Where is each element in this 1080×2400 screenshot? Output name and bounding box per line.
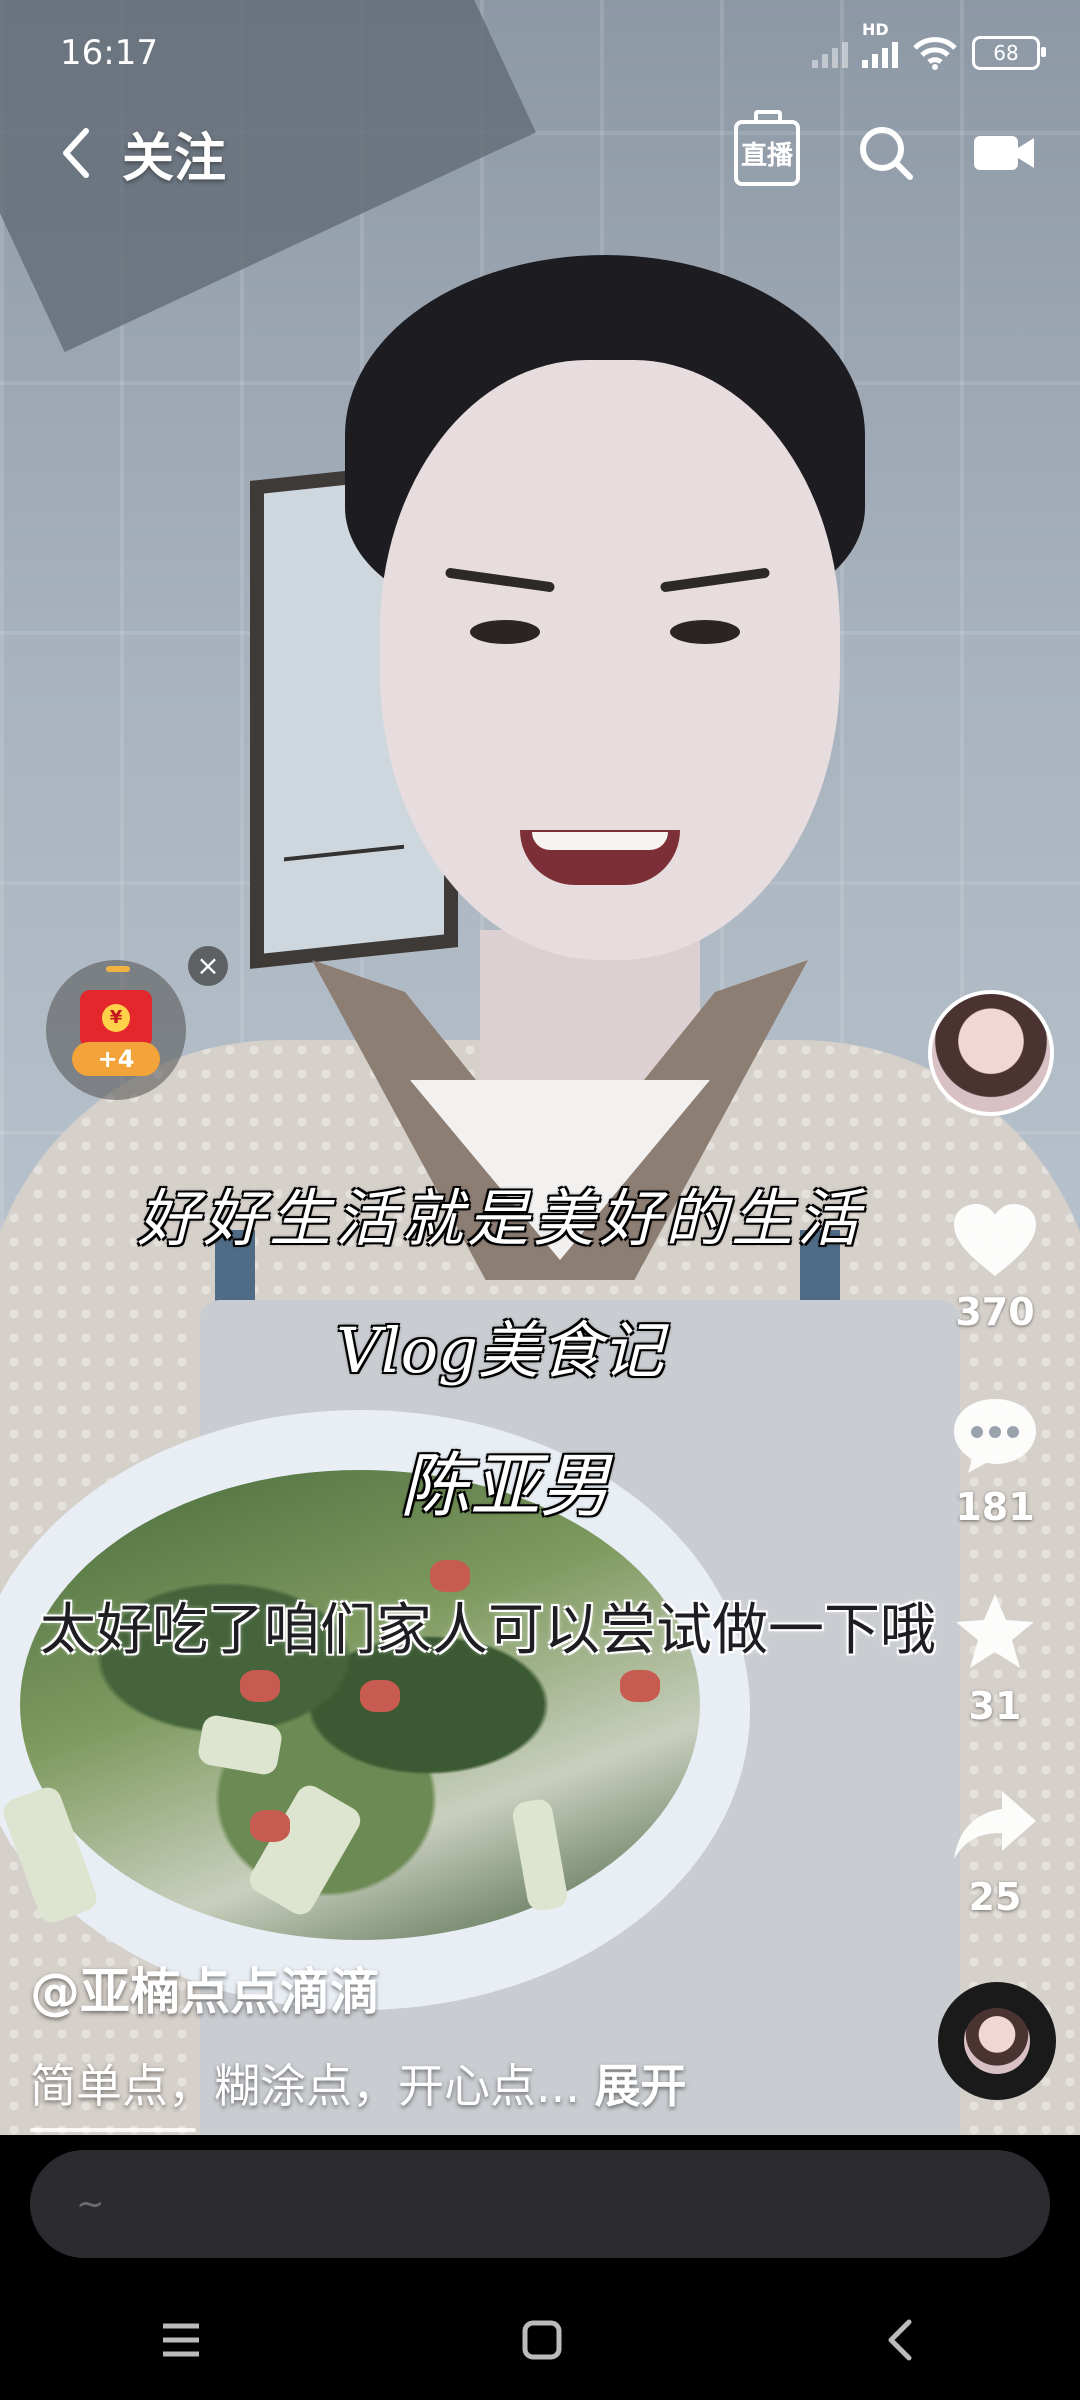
tomato-piece	[250, 1810, 290, 1842]
share-button[interactable]: 25	[930, 1785, 1060, 1919]
like-button[interactable]: 370	[930, 1200, 1060, 1334]
tomato-piece	[360, 1680, 400, 1712]
page-title: 关注	[122, 128, 227, 189]
share-count: 25	[968, 1875, 1022, 1919]
eye	[470, 620, 540, 644]
caption-line-1: 好好生活就是美好的生活	[136, 1182, 863, 1255]
favorite-button[interactable]: 31	[930, 1590, 1060, 1728]
nav-actions: 直播	[734, 120, 1036, 186]
comment-count: 181	[955, 1485, 1035, 1529]
wifi-icon	[913, 37, 957, 70]
battery-icon: 68	[972, 36, 1046, 70]
tomato-piece	[240, 1670, 280, 1702]
music-cover	[964, 2008, 1030, 2074]
expand-link[interactable]: 展开	[595, 2059, 687, 2113]
close-icon[interactable]: ×	[188, 946, 228, 986]
tomato-piece	[620, 1670, 660, 1702]
status-time: 16:17	[60, 33, 158, 73]
live-button[interactable]: 直播	[734, 120, 800, 186]
system-nav-bar	[0, 2300, 1080, 2380]
reward-badge: +4	[72, 1042, 160, 1076]
status-icons: HD 68	[812, 20, 1046, 70]
star-icon	[956, 1594, 1034, 1668]
post-description: 简单点，糊涂点，开心点... 展开	[30, 2050, 687, 2116]
eye	[670, 620, 740, 644]
red-packet-icon: ¥	[80, 990, 152, 1048]
comment-bubble-icon	[954, 1399, 1036, 1473]
caption-line-2: Vlog美食记	[336, 1314, 664, 1387]
timer-arc	[106, 966, 130, 972]
live-label: 直播	[740, 140, 793, 171]
back-icon[interactable]	[881, 2318, 921, 2362]
description-text: 简单点，糊涂点，开心点...	[30, 2059, 580, 2113]
network-label: HD	[862, 20, 889, 39]
music-disc[interactable]	[938, 1982, 1056, 2100]
search-icon[interactable]	[856, 123, 916, 183]
packet-seal: ¥	[102, 1004, 130, 1032]
nav-left: 关注	[56, 116, 226, 191]
status-bar: 16:17 HD 68	[60, 20, 1046, 78]
vegetable-dish	[20, 1470, 700, 1940]
video-progress-bar[interactable]	[30, 2128, 196, 2132]
signal-icon	[812, 38, 848, 68]
author-name[interactable]: @亚楠点点滴滴	[30, 1952, 380, 2024]
top-nav: 关注 直播	[56, 116, 1036, 191]
red-packet-widget[interactable]: ¥ +4	[46, 960, 186, 1100]
share-arrow-icon	[954, 1791, 1036, 1859]
comment-placeholder: ~	[76, 2184, 105, 2224]
home-icon[interactable]	[520, 2318, 564, 2362]
video-camera-icon[interactable]	[972, 130, 1036, 176]
video-subtitle: 太好吃了咱们家人可以尝试做一下哦	[40, 1598, 936, 1663]
teeth	[532, 832, 668, 850]
battery-level: 68	[993, 41, 1019, 65]
video-screen[interactable]: 16:17 HD 68 关注 直播 ¥ +4 × 好好生活就是美好的生活 Vlo…	[0, 0, 1080, 2400]
comment-input[interactable]: ~	[30, 2150, 1050, 2258]
caption-name: 陈亚男	[400, 1445, 610, 1527]
signal-hd-icon: HD	[862, 20, 898, 68]
favorite-count: 31	[968, 1684, 1022, 1728]
menu-icon[interactable]	[159, 2320, 203, 2360]
like-count: 370	[955, 1290, 1035, 1334]
comment-button[interactable]: 181	[930, 1395, 1060, 1529]
author-avatar[interactable]	[928, 990, 1054, 1116]
heart-icon	[954, 1204, 1036, 1276]
back-arrow-icon[interactable]	[56, 125, 96, 181]
